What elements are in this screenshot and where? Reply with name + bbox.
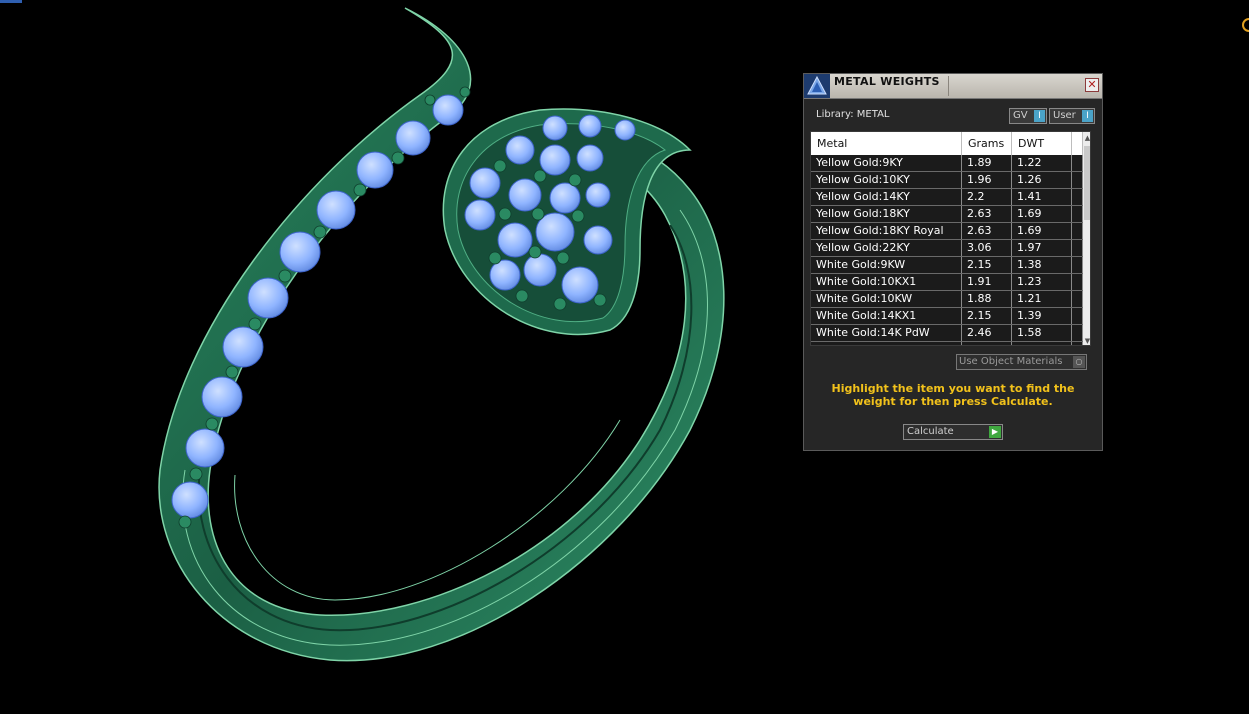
column-header-extra (1072, 132, 1083, 155)
calculate-button[interactable]: Calculate ▶ (903, 424, 1003, 440)
metal-table[interactable]: Metal Grams DWT Yellow Gold:9KY 1.89 1.22 Y… (810, 131, 1091, 346)
table-row[interactable]: White Gold:14K PdW 2.46 1.58 (811, 325, 1083, 342)
extra-cell (1072, 172, 1083, 188)
metal-cell: Yellow Gold:10KY (811, 172, 962, 188)
grams-cell: 1.96 (962, 172, 1012, 188)
metal-cell: Yellow Gold:9KY (811, 155, 962, 171)
titlebar-divider (948, 76, 949, 96)
table-row[interactable]: Yellow Gold:9KY 1.89 1.22 (811, 155, 1083, 172)
metal-cell: White Gold:10KX1 (811, 274, 962, 290)
dialog-titlebar[interactable]: METAL WEIGHTS ✕ (804, 74, 1102, 99)
extra-cell (1072, 189, 1083, 205)
settings-indicator-icon: ○ (1073, 356, 1085, 368)
metal-cell: White Gold:9KW (811, 257, 962, 273)
gemvision-logo-icon (804, 74, 830, 98)
metal-cell: Yellow Gold:18KY (811, 206, 962, 222)
extra-cell (1072, 206, 1083, 222)
extra-cell (1072, 155, 1083, 171)
grams-cell: 1.91 (962, 274, 1012, 290)
grams-cell: 2.46 (962, 325, 1012, 341)
grams-cell: 1.89 (962, 155, 1012, 171)
close-icon[interactable]: ✕ (1085, 78, 1099, 92)
dwt-cell: 1.26 (1012, 172, 1072, 188)
table-row[interactable]: Yellow Gold:18KY Royal 2.63 1.69 (811, 223, 1083, 240)
metal-cell: White Gold:10KW (811, 291, 962, 307)
table-row[interactable]: White Gold:10KX1 1.91 1.23 (811, 274, 1083, 291)
library-label: Library: METAL (816, 109, 890, 120)
metal-weights-dialog: METAL WEIGHTS ✕ Library: METAL GV I User… (803, 73, 1103, 451)
grams-cell: 3.06 (962, 240, 1012, 256)
calculate-label: Calculate (907, 426, 954, 437)
table-row[interactable]: Yellow Gold:18KY 2.63 1.69 (811, 206, 1083, 223)
grams-cell: 2.63 (962, 223, 1012, 239)
table-row[interactable]: White Gold:14KX1 2.15 1.39 (811, 308, 1083, 325)
gv-toggle-label: GV (1013, 110, 1028, 121)
metal-cell: Yellow Gold:18KY Royal (811, 223, 962, 239)
scrollbar-thumb[interactable] (1084, 146, 1090, 220)
gv-indicator-icon: I (1034, 110, 1045, 122)
user-toggle-button[interactable]: User I (1049, 108, 1095, 124)
table-row[interactable]: Yellow Gold:14KY 2.2 1.41 (811, 189, 1083, 206)
dwt-cell: 1.38 (1012, 257, 1072, 273)
table-row[interactable]: Yellow Gold:22KY 3.06 1.97 (811, 240, 1083, 257)
scroll-up-icon[interactable]: ▲ (1083, 132, 1090, 144)
metal-cell: Yellow Gold:22KY (811, 240, 962, 256)
play-icon: ▶ (989, 426, 1001, 438)
column-header-metal[interactable]: Metal (811, 132, 962, 155)
table-row[interactable]: Yellow Gold:10KY 1.96 1.26 (811, 172, 1083, 189)
table-scrollbar[interactable]: ▲ ▼ (1083, 132, 1090, 345)
table-row[interactable]: White Gold:14KW1.941.25 (811, 342, 1083, 345)
dwt-cell: 1.41 (1012, 189, 1072, 205)
table-row[interactable]: White Gold:10KW 1.88 1.21 (811, 291, 1083, 308)
grams-cell: 2.2 (962, 189, 1012, 205)
extra-cell (1072, 342, 1083, 345)
user-indicator-icon: I (1082, 110, 1093, 122)
column-header-grams[interactable]: Grams (962, 132, 1012, 155)
metal-cell: White Gold:14K PdW (811, 325, 962, 341)
dwt-cell: 1.23 (1012, 274, 1072, 290)
dwt-cell: 1.58 (1012, 325, 1072, 341)
grams-cell: 1.88 (962, 291, 1012, 307)
dwt-cell: 1.69 (1012, 206, 1072, 222)
user-toggle-label: User (1053, 110, 1076, 121)
extra-cell (1072, 240, 1083, 256)
dwt-cell: 1.22 (1012, 155, 1072, 171)
dialog-title: METAL WEIGHTS (834, 75, 940, 88)
extra-cell (1072, 291, 1083, 307)
table-body: Yellow Gold:9KY 1.89 1.22 Yellow Gold:10KY 1… (811, 155, 1083, 345)
table-header: Metal Grams DWT (811, 132, 1083, 155)
table-row[interactable]: White Gold:9KW 2.15 1.38 (811, 257, 1083, 274)
extra-cell (1072, 308, 1083, 324)
gv-toggle-button[interactable]: GV I (1009, 108, 1047, 124)
dwt-cell: 1.21 (1012, 291, 1072, 307)
grams-cell: 2.15 (962, 308, 1012, 324)
metal-cell: White Gold:14KW (811, 342, 962, 345)
use-object-materials-label: Use Object Materials (959, 356, 1063, 367)
column-header-dwt[interactable]: DWT (1012, 132, 1072, 155)
extra-cell (1072, 257, 1083, 273)
dwt-cell: 1.69 (1012, 223, 1072, 239)
metal-cell: Yellow Gold:14KY (811, 189, 962, 205)
instruction-text: Highlight the item you want to find the … (831, 382, 1075, 408)
grams-cell: 1.94 (962, 342, 1012, 345)
use-object-materials-button[interactable]: Use Object Materials ○ (956, 354, 1087, 370)
grams-cell: 2.15 (962, 257, 1012, 273)
dwt-cell: 1.97 (1012, 240, 1072, 256)
grams-cell: 2.63 (962, 206, 1012, 222)
metal-cell: White Gold:14KX1 (811, 308, 962, 324)
scroll-down-icon[interactable]: ▼ (1083, 335, 1090, 345)
extra-cell (1072, 223, 1083, 239)
extra-cell (1072, 274, 1083, 290)
edge-app-icon (1242, 18, 1249, 32)
dwt-cell: 1.25 (1012, 342, 1072, 345)
dwt-cell: 1.39 (1012, 308, 1072, 324)
extra-cell (1072, 325, 1083, 341)
